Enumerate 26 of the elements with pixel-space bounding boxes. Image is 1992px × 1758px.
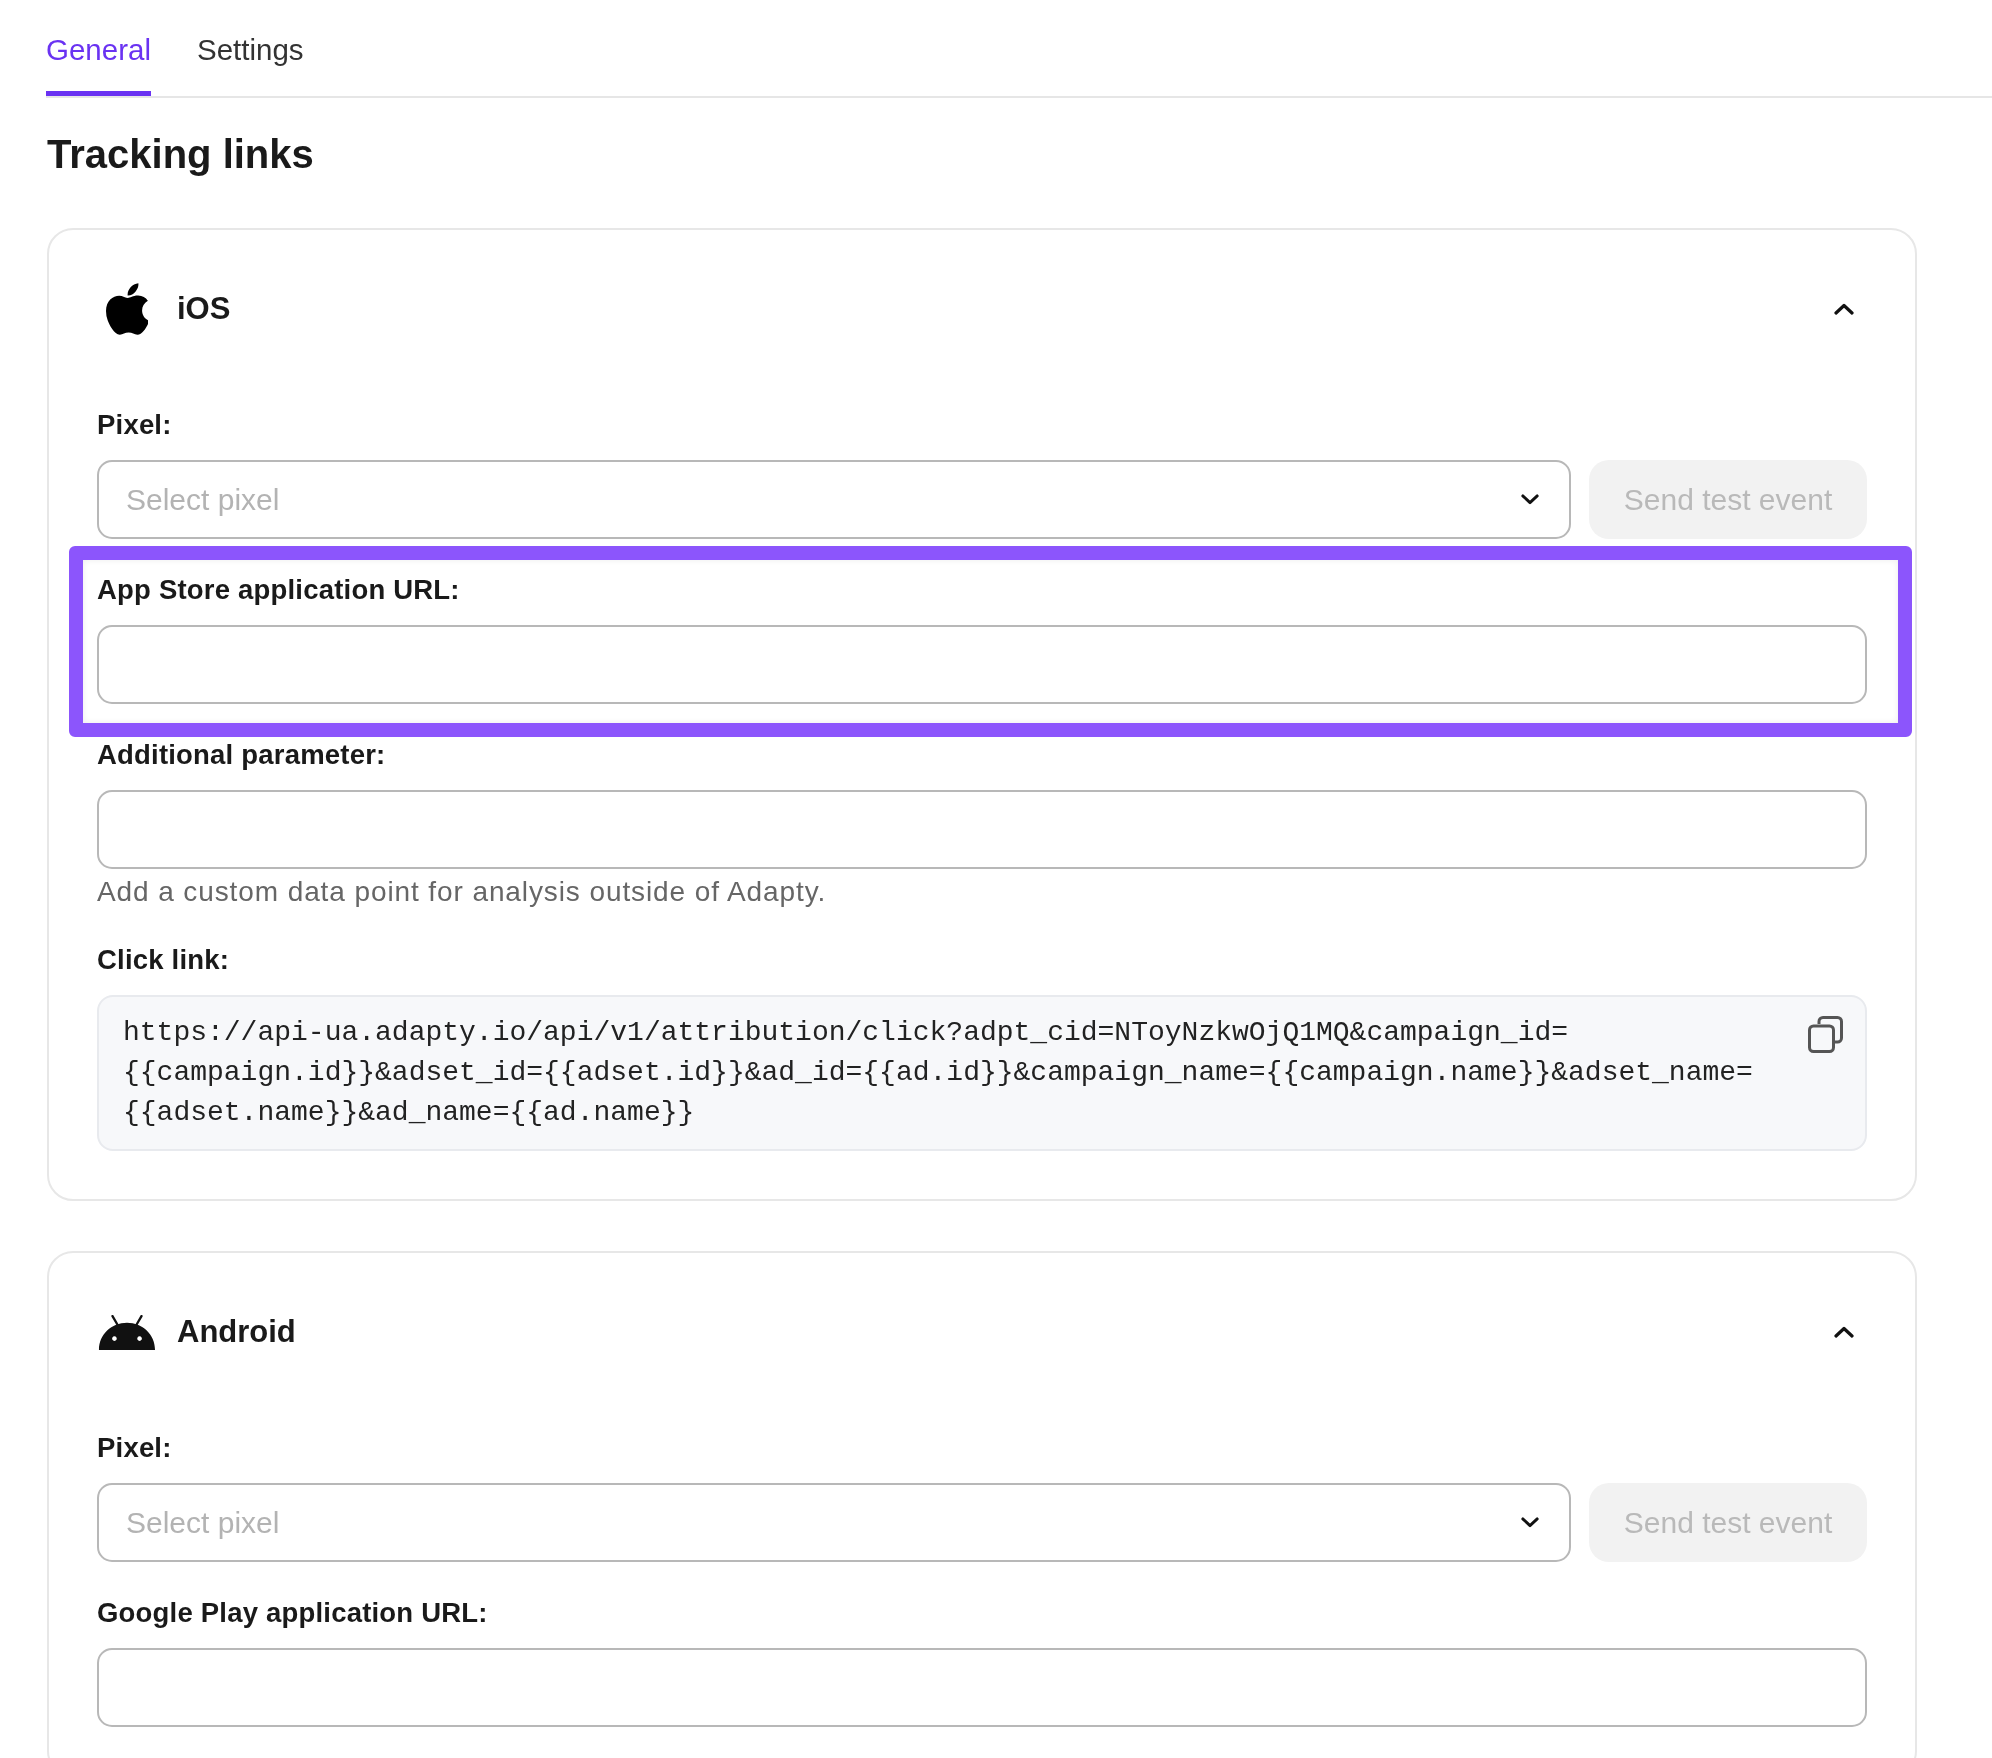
platform-name: Android bbox=[177, 1313, 296, 1351]
copy-icon bbox=[1808, 1016, 1843, 1053]
field-label: Additional parameter: bbox=[97, 738, 386, 772]
help-text: Add a custom data point for analysis outside of Adapty. bbox=[97, 875, 827, 909]
tab[interactable]: General bbox=[46, 0, 151, 96]
android-icon bbox=[98, 1314, 156, 1350]
tab[interactable]: Settings bbox=[196, 0, 304, 96]
text-field[interactable] bbox=[97, 790, 1867, 869]
chevron-up-icon[interactable] bbox=[1834, 1326, 1854, 1338]
text-field[interactable] bbox=[97, 1648, 1867, 1727]
field-label: Click link: bbox=[97, 943, 230, 977]
field-label: Pixel: bbox=[97, 1431, 172, 1465]
platform-name: iOS bbox=[177, 290, 231, 328]
page-title: Tracking links bbox=[47, 131, 314, 178]
link-text: https://api-ua.adapty.io/api/v1/attribution/click?adpt_cid=NToyNzkwOjQ1MQ&campaign_id= {{campaign.id}}&adset_id={{adset.id}}&ad_id={{ad.id}}&campaign_name={{campaign.name}}&adset_name= {{adset.name}}&ad_name={{ad.name}} bbox=[123, 1016, 1754, 1130]
text-field[interactable] bbox=[97, 625, 1867, 704]
chevron-down-icon bbox=[1521, 494, 1539, 505]
pixel-select[interactable]: Select pixel bbox=[97, 1483, 1571, 1562]
pixel-select[interactable]: Select pixel bbox=[97, 460, 1571, 539]
chevron-up-icon[interactable] bbox=[1834, 303, 1854, 315]
field-label: Google Play application URL: bbox=[97, 1596, 488, 1630]
field-label: App Store application URL: bbox=[97, 573, 460, 607]
chevron-down-icon bbox=[1521, 1517, 1539, 1528]
field-label: Pixel: bbox=[97, 408, 172, 442]
apple-icon bbox=[106, 283, 148, 335]
copy-button[interactable] bbox=[1808, 1016, 1843, 1053]
